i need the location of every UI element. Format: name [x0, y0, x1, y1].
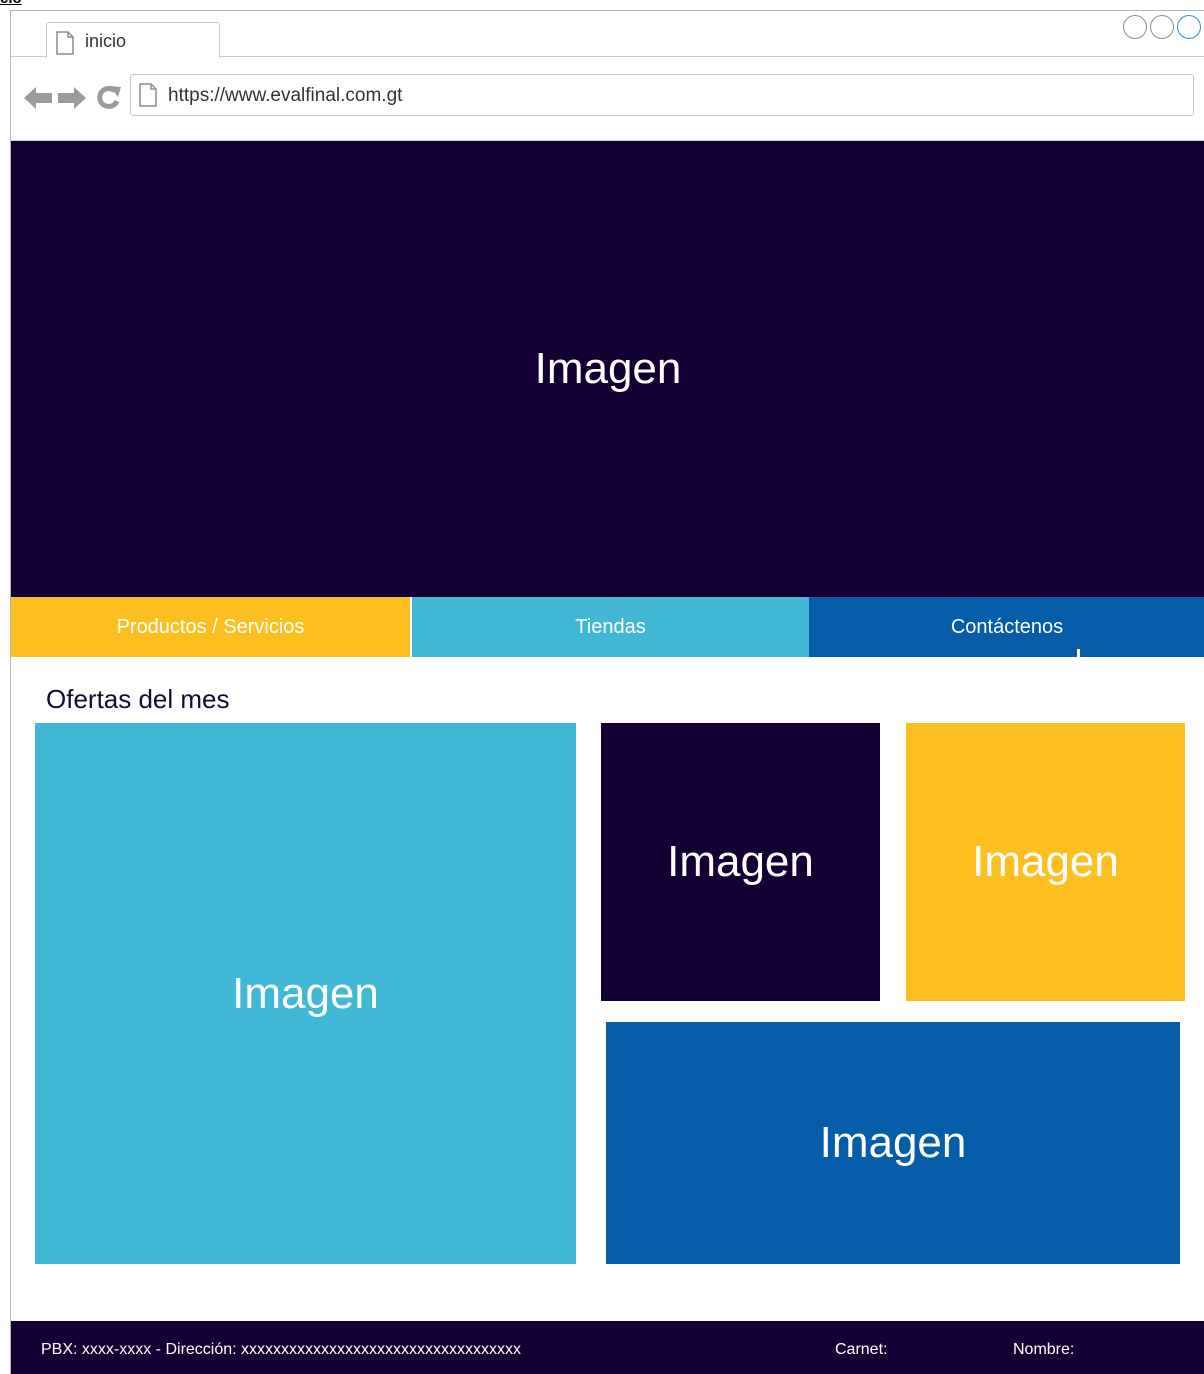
arrow-left-icon[interactable] — [23, 85, 53, 116]
address-bar[interactable]: https://www.evalfinal.com.gt — [130, 74, 1194, 116]
offer-image-3[interactable]: Imagen — [906, 723, 1185, 1001]
offer-image-label: Imagen — [972, 837, 1119, 886]
menu-item-tiendas[interactable]: Tiendas — [410, 597, 809, 657]
footer-nombre-label: Nombre: — [1013, 1341, 1075, 1358]
maximize-button[interactable] — [1150, 15, 1174, 39]
offer-image-2[interactable]: Imagen — [601, 723, 880, 1001]
navigation-bar: https://www.evalfinal.com.gt — [11, 57, 1204, 141]
page-label: cio — [0, 0, 22, 7]
close-button[interactable] — [1177, 15, 1201, 39]
offer-image-label: Imagen — [819, 1118, 967, 1167]
offers-title: Ofertas del mes — [46, 684, 230, 714]
minimize-button[interactable] — [1123, 15, 1147, 39]
footer-carnet-label: Carnet: — [835, 1341, 888, 1358]
footer-contact: PBX: xxxx-xxxx - Dirección: xxxxxxxxxxxx… — [41, 1341, 522, 1358]
hero-image-label: Imagen — [534, 344, 682, 393]
tab-bar: inicio — [11, 11, 1204, 58]
browser-window: inicio https://www.evalfinal.com.gt Imag… — [10, 10, 1204, 1374]
offer-image-4[interactable]: Imagen — [606, 1022, 1180, 1264]
menu-item-productos-servicios[interactable]: Productos / Servicios — [11, 597, 410, 657]
window-controls — [1123, 15, 1201, 39]
hero-banner: Imagen — [11, 141, 1204, 597]
url-text: https://www.evalfinal.com.gt — [168, 85, 403, 106]
arrow-right-icon[interactable] — [57, 85, 87, 116]
tab-title: inicio — [85, 31, 127, 51]
browser-tab[interactable]: inicio — [46, 22, 220, 58]
offer-image-label: Imagen — [232, 968, 379, 1018]
offer-image-1[interactable]: Imagen — [35, 723, 576, 1264]
main-menu: Productos / Servicios Tiendas Contácteno… — [11, 597, 1204, 657]
document-icon — [138, 83, 158, 112]
footer: PBX: xxxx-xxxx - Dirección: xxxxxxxxxxxx… — [11, 1321, 1204, 1374]
reload-icon[interactable] — [95, 85, 123, 116]
menu-item-contactenos[interactable]: Contáctenos — [809, 597, 1204, 657]
menu-marker — [1077, 649, 1080, 657]
offer-image-label: Imagen — [667, 837, 814, 886]
menu-item-label: Contáctenos — [950, 615, 1064, 638]
document-icon — [55, 31, 75, 60]
